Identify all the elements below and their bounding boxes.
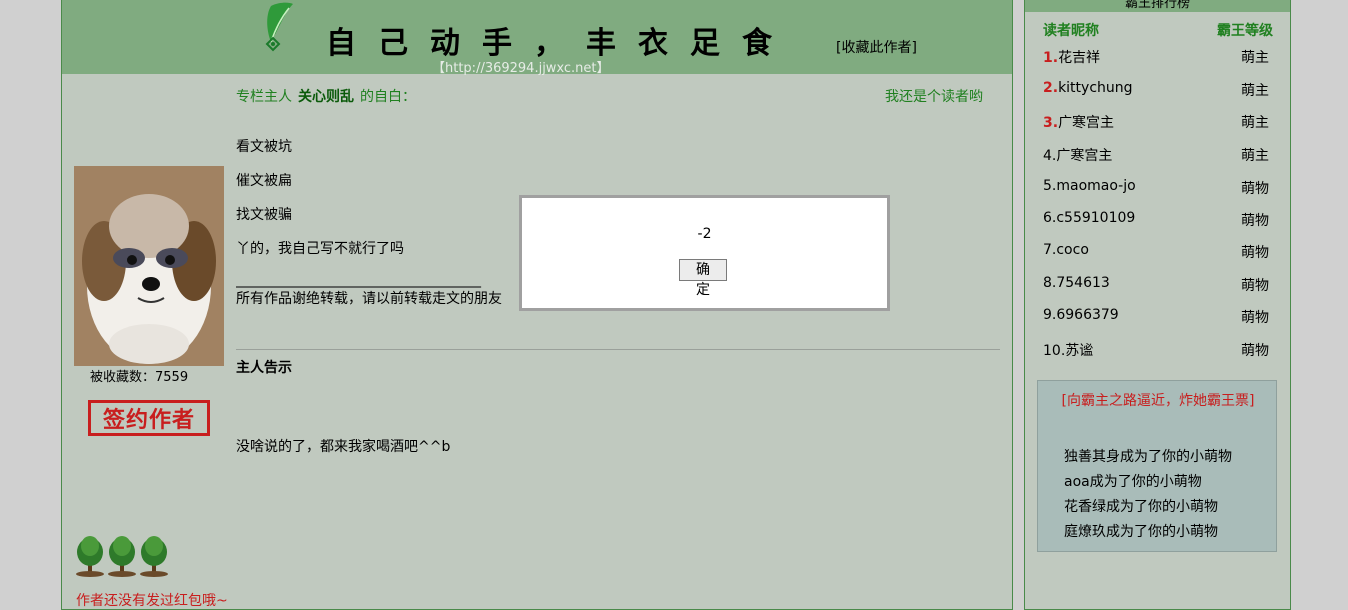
intro-suffix: 的自白： (360, 89, 416, 105)
rank-row[interactable]: 9.6966379 萌物 (1043, 307, 1287, 339)
author-avatar (74, 166, 224, 366)
rank-number: 5. (1043, 178, 1057, 194)
trees-icon (76, 536, 168, 577)
rank-name: kittychung (1058, 80, 1133, 96)
bio-line: 所有作品谢绝转载，请以前转载走文的朋友 (236, 291, 502, 307)
favorite-author-link[interactable]: [收藏此作者] (836, 37, 917, 57)
column-url[interactable]: 【http://369294.jjwxc.net】 (432, 57, 610, 76)
notice-title: 主人告示 (236, 360, 292, 376)
leaf-logo-icon (265, 2, 293, 52)
rank-level: 萌物 (1241, 213, 1269, 229)
bio-line: 丫的，我自己写不就行了吗 (236, 241, 404, 257)
rank-row[interactable]: 3.广寒宫主 萌主 (1043, 112, 1287, 144)
header-banner: 自己动手，丰衣足食 [收藏此作者] 【http://369294.jjwxc.n… (62, 0, 1012, 76)
rank-row[interactable]: 5.maomao-jo 萌物 (1043, 178, 1287, 210)
author-name-link[interactable]: 关心则乱 (298, 89, 354, 105)
vote-box: [向霸主之路逼近，炸她霸王票] 独善其身成为了你的小萌物 aoa成为了你的小萌物… (1037, 380, 1277, 552)
favorite-count: 被收藏数：7559 (90, 370, 189, 385)
rank-row[interactable]: 6.c55910109 萌物 (1043, 210, 1287, 242)
intro-label: 专栏主人 关心则乱 的自白： (236, 86, 416, 106)
feed-item: 独善其身成为了你的小萌物 (1064, 449, 1232, 465)
rank-number: 4. (1043, 148, 1057, 164)
rank-level: 萌物 (1241, 343, 1269, 359)
rank-level: 萌主 (1241, 148, 1269, 164)
rank-level: 萌物 (1241, 278, 1269, 294)
rank-name: 754613 (1056, 275, 1110, 291)
rank-level: 萌物 (1241, 310, 1269, 326)
page-title: 自己动手，丰衣足食 (326, 26, 794, 61)
rank-number: 1. (1043, 50, 1059, 66)
rank-name: 广寒宫主 (1058, 115, 1115, 131)
supporter-feed: 独善其身成为了你的小萌物 aoa成为了你的小萌物 花香绿成为了你的小萌物 庭燎玖… (1064, 445, 1232, 545)
rank-number: 10. (1043, 343, 1066, 359)
feed-item: aoa成为了你的小萌物 (1064, 474, 1202, 490)
vote-link[interactable]: [向霸主之路逼近，炸她霸王票] (1048, 389, 1268, 413)
bio-line: 找文被骗 (236, 207, 292, 223)
signed-author-stamp: 签约作者 (88, 400, 210, 436)
rank-row[interactable]: 10.苏谧 萌物 (1043, 340, 1287, 372)
reader-identity-link[interactable]: 我还是个读者哟 (885, 86, 983, 106)
alert-message: -2 (697, 226, 712, 242)
intro-prefix: 专栏主人 (236, 89, 292, 105)
rank-number: 7. (1043, 242, 1057, 258)
red-packet-status: 作者还没有发过红包哦~ (76, 593, 228, 609)
rank-row[interactable]: 2.kittychung 萌主 (1043, 80, 1287, 112)
rank-row[interactable]: 7.coco 萌物 (1043, 242, 1287, 274)
rank-name: coco (1056, 242, 1089, 258)
bio-line: 催文被扁 (236, 173, 292, 189)
column-reader-name: 读者昵称 (1043, 23, 1099, 39)
rank-name: c55910109 (1056, 210, 1136, 226)
rank-name: 苏谧 (1065, 343, 1094, 359)
ranking-header: 霸王排行榜 (1025, 0, 1290, 12)
rank-level: 萌主 (1241, 83, 1269, 99)
alert-dialog: -2 确 定 (519, 195, 890, 311)
bio-line: 看文被坑 (236, 139, 292, 155)
rank-number: 2. (1043, 80, 1059, 96)
ok-button[interactable]: 确 定 (679, 259, 727, 298)
column-level: 霸王等级 (1217, 23, 1273, 39)
rank-level: 萌物 (1241, 245, 1269, 261)
bio-separator: ___________________________________ (236, 272, 481, 288)
rank-level: 萌物 (1241, 181, 1269, 197)
rank-name: 广寒宫主 (1056, 148, 1113, 164)
rank-row[interactable]: 4.广寒宫主 萌主 (1043, 145, 1287, 177)
rank-number: 3. (1043, 115, 1059, 131)
rank-level: 萌主 (1241, 50, 1269, 66)
notice-text: 没啥说的了，都来我家喝酒吧^^b (236, 439, 451, 455)
rank-name: maomao-jo (1056, 178, 1136, 194)
feed-item: 庭燎玖成为了你的小萌物 (1064, 524, 1218, 540)
rank-name: 花吉祥 (1058, 50, 1101, 66)
rank-row[interactable]: 1.花吉祥 萌主 (1043, 47, 1287, 79)
rank-level: 萌主 (1241, 115, 1269, 131)
rank-row[interactable]: 8.754613 萌物 (1043, 275, 1287, 307)
rank-number: 8. (1043, 275, 1057, 291)
rank-number: 9. (1043, 307, 1057, 323)
author-bio: 看文被坑 催文被扁 找文被骗 丫的，我自己写不就行了吗 ____________… (236, 136, 502, 322)
rank-number: 6. (1043, 210, 1057, 226)
rank-name: 6966379 (1056, 307, 1119, 323)
ranking-panel: 霸王排行榜 读者昵称 霸王等级 1.花吉祥 萌主 2.kittychung 萌主 3… (1024, 0, 1291, 610)
section-divider (236, 349, 1000, 350)
feed-item: 花香绿成为了你的小萌物 (1064, 499, 1218, 515)
